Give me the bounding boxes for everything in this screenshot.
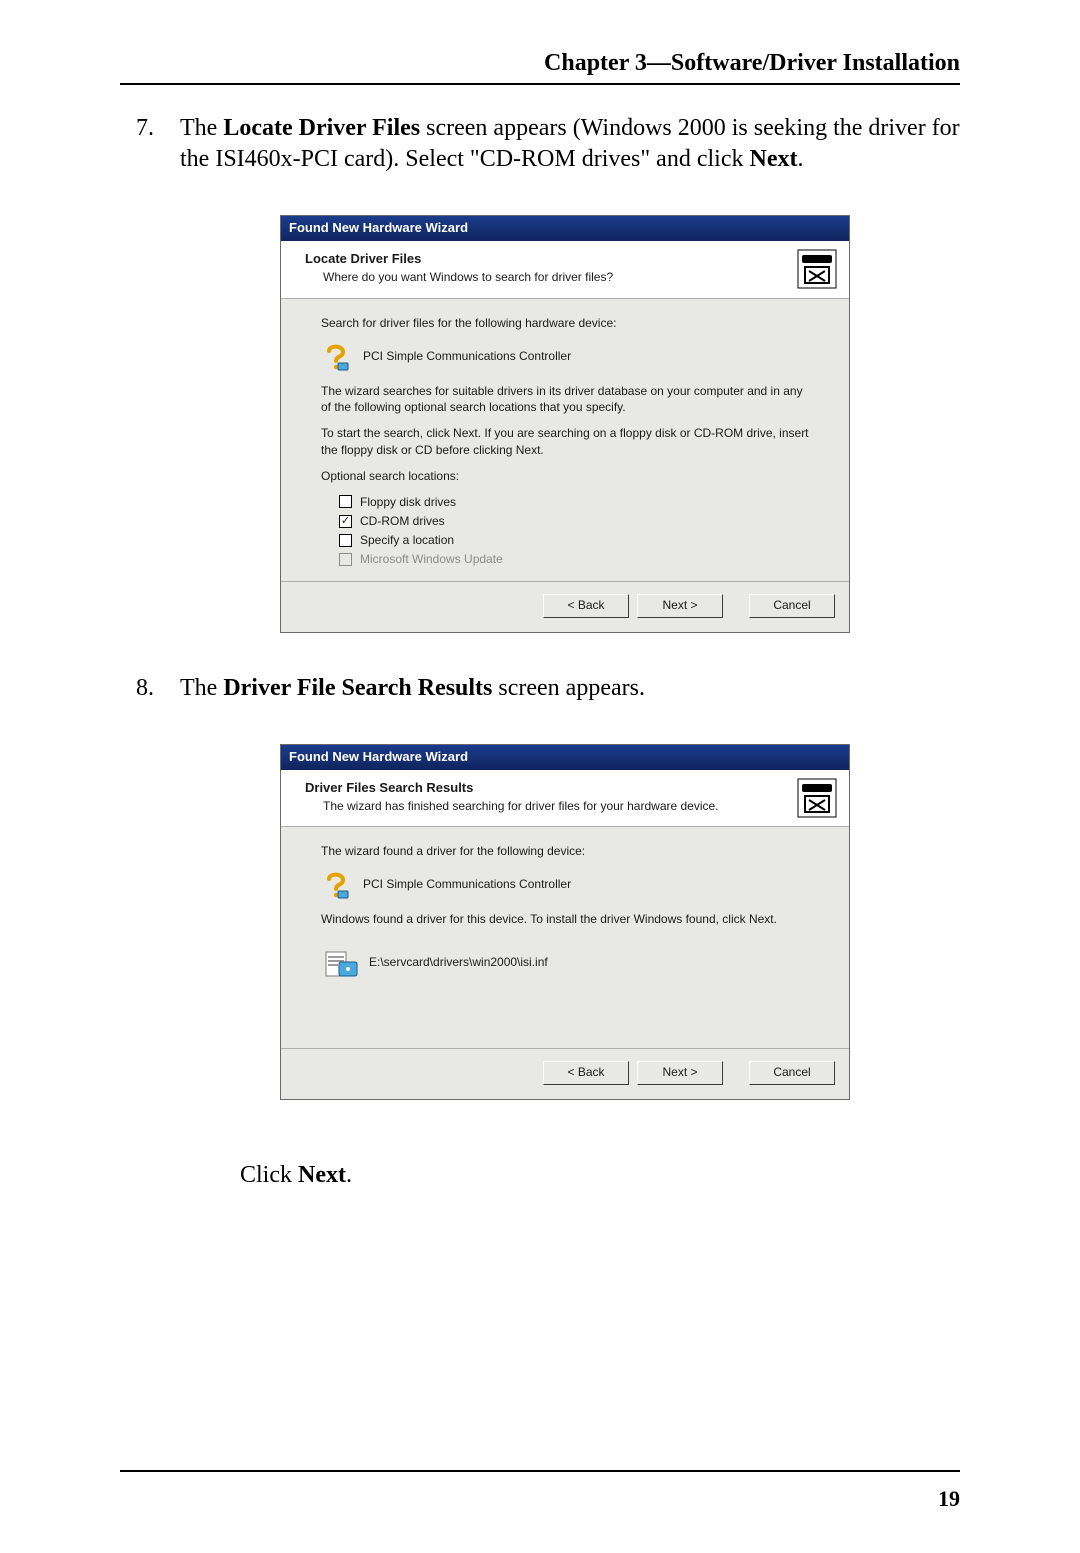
dialog-locate-driver-files: Found New Hardware Wizard Locate Driver … — [280, 215, 850, 632]
body-text: Windows found a driver for this device. … — [321, 911, 809, 927]
hardware-wizard-icon — [797, 249, 837, 289]
dialog-heading: Locate Driver Files — [305, 251, 835, 268]
checkbox-specify[interactable]: Specify a location — [339, 532, 809, 548]
checkbox-cdrom[interactable]: ✓ CD-ROM drives — [339, 513, 809, 529]
step-text: The Locate Driver Files screen appears (… — [180, 115, 960, 172]
footer-rule — [120, 1470, 960, 1472]
next-button[interactable]: Next > — [637, 1061, 723, 1085]
device-name: PCI Simple Communications Controller — [363, 348, 571, 364]
body-text: Optional search locations: — [321, 468, 809, 484]
back-button[interactable]: < Back — [543, 1061, 629, 1085]
cancel-button[interactable]: Cancel — [749, 594, 835, 618]
checkbox-label: Floppy disk drives — [360, 494, 456, 510]
body-text: The wizard found a driver for the follow… — [321, 843, 809, 859]
body-text: To start the search, click Next. If you … — [321, 425, 809, 457]
dialog-driver-search-results: Found New Hardware Wizard Driver Files S… — [280, 744, 850, 1100]
click-next-text: Click Next. — [240, 1160, 960, 1191]
checkbox-icon: ✓ — [339, 515, 352, 528]
cancel-button[interactable]: Cancel — [749, 1061, 835, 1085]
device-name: PCI Simple Communications Controller — [363, 876, 571, 892]
body-text: The wizard searches for suitable drivers… — [321, 383, 809, 415]
checkbox-floppy[interactable]: Floppy disk drives — [339, 494, 809, 510]
step-number: 8. — [136, 673, 154, 704]
next-button[interactable]: Next > — [637, 594, 723, 618]
step-text: The Driver File Search Results screen ap… — [180, 675, 645, 701]
driver-path: E:\servcard\drivers\win2000\isi.inf — [369, 954, 548, 970]
dialog-subheading: The wizard has finished searching for dr… — [323, 799, 835, 815]
checkbox-msupdate: Microsoft Windows Update — [339, 551, 809, 567]
dialog-header: Driver Files Search Results The wizard h… — [281, 770, 849, 827]
question-mark-icon — [321, 341, 351, 371]
body-text: Search for driver files for the followin… — [321, 315, 809, 331]
checkbox-label: CD-ROM drives — [360, 513, 445, 529]
dialog-body: The wizard found a driver for the follow… — [281, 827, 849, 1047]
dialog-button-row: < Back Next > Cancel — [281, 1048, 849, 1099]
dialog-subheading: Where do you want Windows to search for … — [323, 270, 835, 286]
dialog-titlebar: Found New Hardware Wizard — [281, 216, 849, 241]
checkbox-label: Microsoft Windows Update — [360, 551, 503, 567]
dialog-button-row: < Back Next > Cancel — [281, 581, 849, 632]
checkbox-icon — [339, 553, 352, 566]
back-button[interactable]: < Back — [543, 594, 629, 618]
step-8: 8. The Driver File Search Results screen… — [120, 673, 960, 1191]
checkbox-label: Specify a location — [360, 532, 454, 548]
checkbox-icon — [339, 495, 352, 508]
dialog-titlebar: Found New Hardware Wizard — [281, 745, 849, 770]
dialog-heading: Driver Files Search Results — [305, 780, 835, 797]
step-number: 7. — [136, 113, 154, 144]
dialog-header: Locate Driver Files Where do you want Wi… — [281, 241, 849, 298]
chapter-header: Chapter 3—Software/Driver Installation — [120, 50, 960, 85]
checkbox-icon — [339, 534, 352, 547]
page-number: 19 — [120, 1486, 960, 1512]
dialog-body: Search for driver files for the followin… — [281, 299, 849, 581]
step-7: 7. The Locate Driver Files screen appear… — [120, 113, 960, 633]
question-mark-icon — [321, 869, 351, 899]
inf-file-icon — [325, 948, 359, 978]
hardware-wizard-icon — [797, 778, 837, 818]
